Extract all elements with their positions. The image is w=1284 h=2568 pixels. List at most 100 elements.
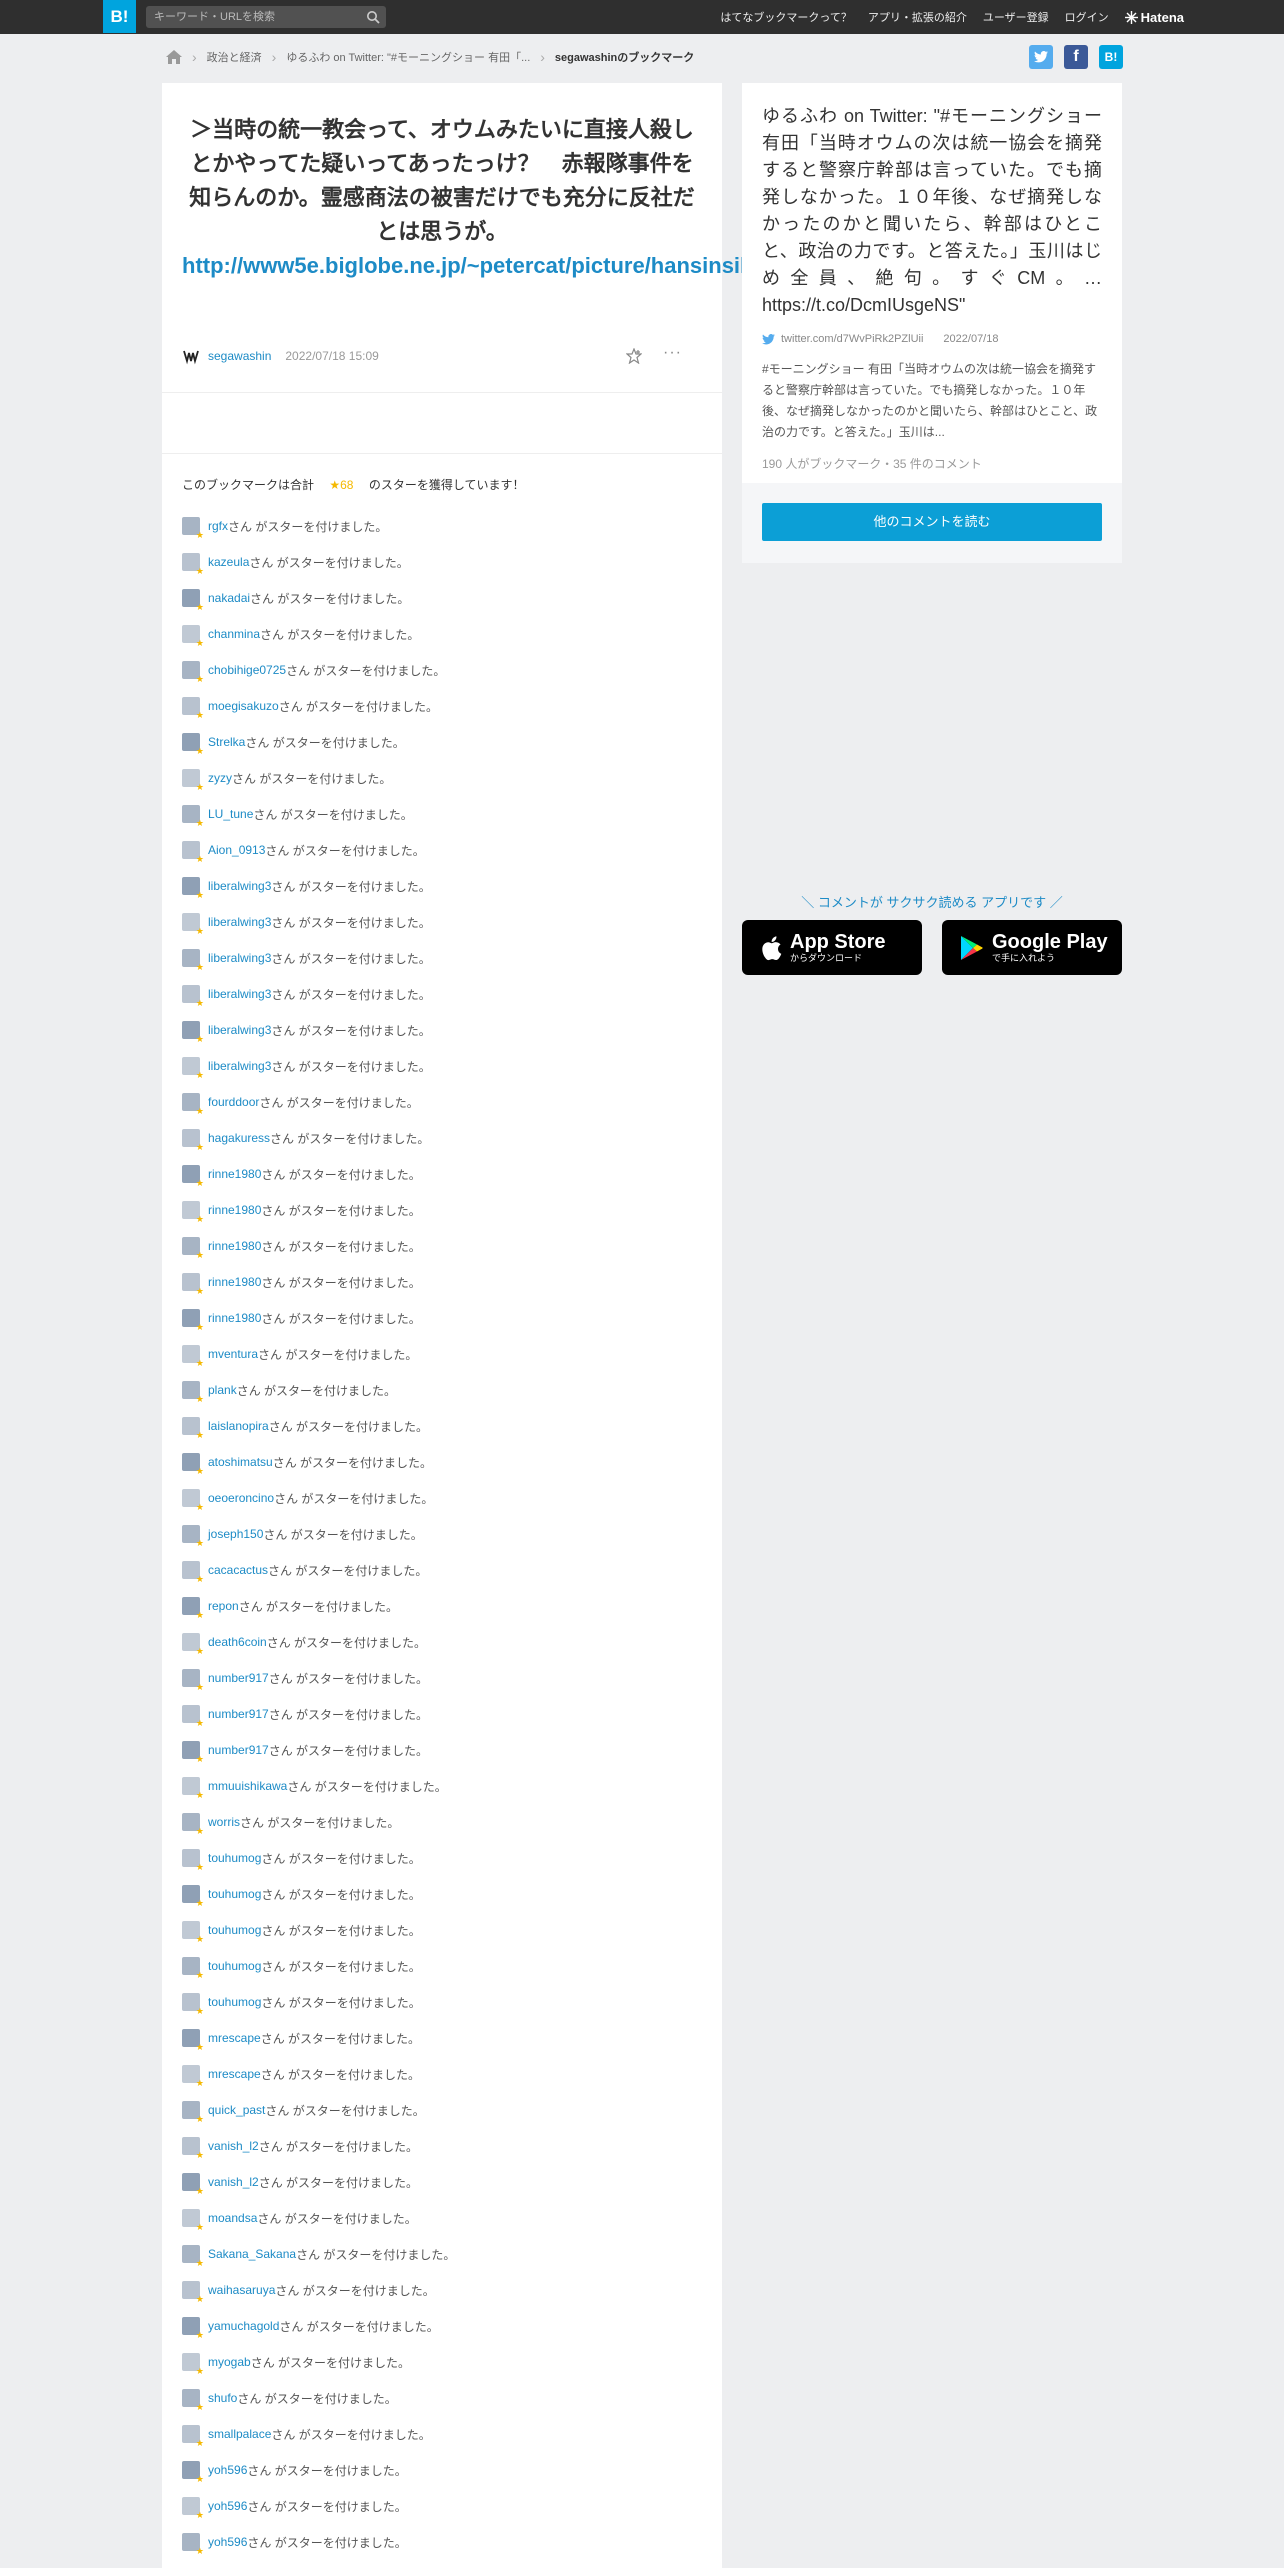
star-user-link[interactable]: touhumog bbox=[208, 1995, 261, 2009]
hatena-brand[interactable]: Hatena bbox=[1124, 10, 1184, 25]
star-user-link[interactable]: moandsa bbox=[208, 2211, 257, 2225]
star-user-link[interactable]: rinne1980 bbox=[208, 1167, 261, 1181]
star-user-link[interactable]: mrescape bbox=[208, 2031, 261, 2045]
star-user-link[interactable]: moegisakuzo bbox=[208, 699, 279, 713]
user-avatar[interactable] bbox=[182, 2389, 204, 2412]
nav-about[interactable]: はてなブックマークって？ bbox=[720, 9, 851, 25]
hatena-bookmark-logo[interactable]: B! bbox=[103, 0, 136, 33]
star-user-link[interactable]: worris bbox=[208, 1815, 240, 1829]
breadcrumb-category[interactable]: 政治と経済 bbox=[207, 49, 262, 65]
user-avatar[interactable] bbox=[182, 2245, 204, 2268]
star-user-link[interactable]: quick_past bbox=[208, 2103, 265, 2117]
user-avatar[interactable] bbox=[182, 841, 204, 864]
user-avatar[interactable] bbox=[182, 661, 204, 684]
entry-source-link[interactable]: twitter.com/d7WvPiRk2PZlUii bbox=[781, 333, 923, 345]
star-user-link[interactable]: Sakana_Sakana bbox=[208, 2247, 296, 2261]
user-avatar[interactable] bbox=[182, 1093, 204, 1116]
star-user-link[interactable]: waihasaruya bbox=[208, 2283, 275, 2297]
app-store-button[interactable]: App Store からダウンロード bbox=[742, 920, 922, 975]
star-user-link[interactable]: yoh596 bbox=[208, 2463, 247, 2477]
user-avatar[interactable] bbox=[182, 2101, 204, 2124]
star-user-link[interactable]: fourddoor bbox=[208, 1095, 259, 1109]
user-avatar[interactable] bbox=[182, 347, 200, 365]
star-user-link[interactable]: Aion_0913 bbox=[208, 843, 265, 857]
user-avatar[interactable] bbox=[182, 2029, 204, 2052]
star-user-link[interactable]: oeoeroncino bbox=[208, 1491, 274, 1505]
user-avatar[interactable] bbox=[182, 1201, 204, 1224]
star-user-link[interactable]: mrescape bbox=[208, 2067, 261, 2081]
user-avatar[interactable] bbox=[182, 769, 204, 792]
user-avatar[interactable] bbox=[182, 1561, 204, 1584]
user-avatar[interactable] bbox=[182, 1813, 204, 1836]
star-user-link[interactable]: liberalwing3 bbox=[208, 987, 271, 1001]
star-user-link[interactable]: vanish_l2 bbox=[208, 2175, 259, 2189]
user-avatar[interactable] bbox=[182, 1129, 204, 1152]
nav-login[interactable]: ログイン bbox=[1065, 9, 1109, 25]
nav-signup[interactable]: ユーザー登録 bbox=[983, 9, 1049, 25]
star-user-link[interactable]: shufo bbox=[208, 2391, 237, 2405]
star-user-link[interactable]: number917 bbox=[208, 1671, 269, 1685]
user-avatar[interactable] bbox=[182, 1957, 204, 1980]
twitter-share-button[interactable] bbox=[1029, 45, 1053, 69]
star-user-link[interactable]: rinne1980 bbox=[208, 1203, 261, 1217]
user-avatar[interactable] bbox=[182, 805, 204, 828]
user-avatar[interactable] bbox=[182, 2173, 204, 2196]
star-user-link[interactable]: zyzy bbox=[208, 771, 232, 785]
star-user-link[interactable]: atoshimatsu bbox=[208, 1455, 273, 1469]
entry-title[interactable]: ゆるふわ on Twitter: "#モーニングショー 有田「当時オウムの次は統… bbox=[762, 103, 1102, 319]
star-user-link[interactable]: cacacactus bbox=[208, 1563, 268, 1577]
star-user-link[interactable]: chanmina bbox=[208, 627, 260, 641]
star-user-link[interactable]: liberalwing3 bbox=[208, 879, 271, 893]
star-user-link[interactable]: joseph150 bbox=[208, 1527, 263, 1541]
user-avatar[interactable] bbox=[182, 1921, 204, 1944]
search-icon[interactable] bbox=[366, 10, 380, 24]
star-user-link[interactable]: rgfx bbox=[208, 519, 228, 533]
star-user-link[interactable]: Strelka bbox=[208, 735, 245, 749]
user-avatar[interactable] bbox=[182, 2281, 204, 2304]
star-user-link[interactable]: touhumog bbox=[208, 1887, 261, 1901]
user-avatar[interactable] bbox=[182, 2065, 204, 2088]
user-avatar[interactable] bbox=[182, 625, 204, 648]
user-avatar[interactable] bbox=[182, 1489, 204, 1512]
user-avatar[interactable] bbox=[182, 2137, 204, 2160]
star-user-link[interactable]: rinne1980 bbox=[208, 1239, 261, 1253]
user-avatar[interactable] bbox=[182, 1345, 204, 1368]
user-avatar[interactable] bbox=[182, 985, 204, 1008]
breadcrumb-entry[interactable]: ゆるふわ on Twitter: "#モーニングショー 有田「... bbox=[286, 49, 530, 65]
star-user-link[interactable]: number917 bbox=[208, 1743, 269, 1757]
star-user-link[interactable]: liberalwing3 bbox=[208, 1023, 271, 1037]
hatena-share-button[interactable]: B! bbox=[1099, 45, 1123, 69]
home-icon[interactable] bbox=[166, 50, 182, 64]
bookmark-comment-link[interactable]: http://www5e.biglobe.ne.jp/~petercat/pic… bbox=[182, 249, 843, 283]
user-avatar[interactable] bbox=[182, 1849, 204, 1872]
user-avatar[interactable] bbox=[182, 1309, 204, 1332]
facebook-share-button[interactable]: f bbox=[1064, 45, 1088, 69]
star-user-link[interactable]: nakadai bbox=[208, 591, 250, 605]
star-user-link[interactable]: number917 bbox=[208, 1707, 269, 1721]
nav-apps[interactable]: アプリ・拡張の紹介 bbox=[868, 9, 967, 25]
star-user-link[interactable]: plank bbox=[208, 1383, 237, 1397]
star-user-link[interactable]: rinne1980 bbox=[208, 1311, 261, 1325]
star-user-link[interactable]: liberalwing3 bbox=[208, 951, 271, 965]
user-avatar[interactable] bbox=[182, 1237, 204, 1260]
user-avatar[interactable] bbox=[182, 1021, 204, 1044]
star-user-link[interactable]: chobihige0725 bbox=[208, 663, 286, 677]
user-avatar[interactable] bbox=[182, 949, 204, 972]
star-user-link[interactable]: liberalwing3 bbox=[208, 1059, 271, 1073]
user-avatar[interactable] bbox=[182, 877, 204, 900]
user-avatar[interactable] bbox=[182, 1705, 204, 1728]
user-avatar[interactable] bbox=[182, 553, 204, 576]
user-avatar[interactable] bbox=[182, 697, 204, 720]
user-avatar[interactable] bbox=[182, 1057, 204, 1080]
star-user-link[interactable]: laislanopira bbox=[208, 1419, 269, 1433]
user-avatar[interactable] bbox=[182, 1453, 204, 1476]
user-avatar[interactable] bbox=[182, 2209, 204, 2232]
user-avatar[interactable] bbox=[182, 913, 204, 936]
user-avatar[interactable] bbox=[182, 1669, 204, 1692]
user-avatar[interactable] bbox=[182, 2317, 204, 2340]
star-user-link[interactable]: mventura bbox=[208, 1347, 258, 1361]
star-user-link[interactable]: hagakuress bbox=[208, 1131, 270, 1145]
user-avatar[interactable] bbox=[182, 1165, 204, 1188]
user-avatar[interactable] bbox=[182, 1273, 204, 1296]
user-avatar[interactable] bbox=[182, 1525, 204, 1548]
